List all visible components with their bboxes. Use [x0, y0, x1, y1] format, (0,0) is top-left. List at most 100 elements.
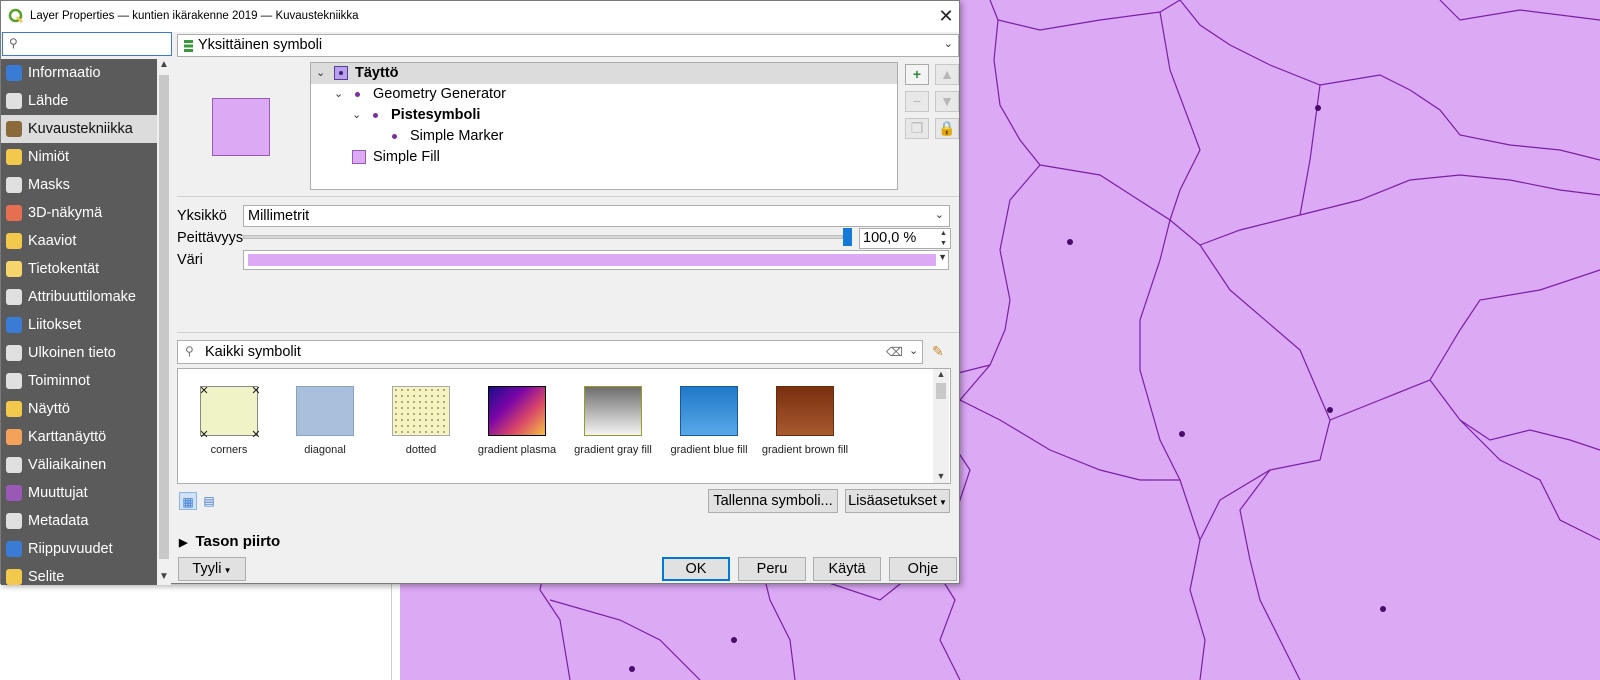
sidebar-scrollbar[interactable]: ▲ ▼: [157, 59, 171, 585]
tree-item-simple-marker[interactable]: Simple Marker: [311, 126, 897, 147]
sidebar-item-label: 3D-näkymä: [28, 205, 103, 221]
sidebar-item-metadata[interactable]: Metadata: [1, 507, 157, 535]
scroll-thumb[interactable]: [936, 383, 946, 399]
close-button[interactable]: ✕: [936, 5, 956, 27]
chevron-down-icon: ⌄: [934, 209, 944, 221]
tree-item-simple-fill[interactable]: Simple Fill: [311, 147, 897, 168]
sidebar-item-nimiöt[interactable]: Nimiöt: [1, 143, 157, 171]
sidebar-item-väliaikainen[interactable]: Väliaikainen: [1, 451, 157, 479]
symbol-name: gradient brown fill: [761, 444, 849, 456]
metadata-icon: [6, 513, 22, 529]
opacity-spinbox[interactable]: 100,0 % ▲ ▼: [859, 228, 951, 249]
scroll-down-arrow-icon[interactable]: ▼: [933, 471, 949, 481]
color-button[interactable]: ▼: [243, 250, 949, 270]
symbol-library-search[interactable]: ⚲ Kaikki symbolit ⌫ ⌄: [177, 340, 923, 364]
sidebar-item-kuvaustekniikka[interactable]: Kuvaustekniikka: [1, 115, 157, 143]
move-up-button[interactable]: ▲: [935, 64, 959, 85]
renderer-select[interactable]: Yksittäinen symboli ⌄: [177, 34, 959, 57]
unit-select[interactable]: Millimetrit ⌄: [243, 205, 950, 227]
chevron-down-icon[interactable]: ⌄: [334, 84, 343, 105]
sidebar-item-karttanäyttö[interactable]: Karttanäyttö: [1, 423, 157, 451]
sidebar-item-selite[interactable]: Selite: [1, 563, 157, 585]
sidebar-item-näyttö[interactable]: Näyttö: [1, 395, 157, 423]
sidebar-item-label: Väliaikainen: [28, 457, 107, 473]
symbol-item-gradient-brown-fill[interactable]: gradient brown fill: [757, 369, 853, 483]
clear-icon[interactable]: ⌫: [886, 345, 903, 359]
sidebar-item-attribuuttilomake[interactable]: Attribuuttilomake: [1, 283, 157, 311]
layer-rendering-section[interactable]: ▶ Tason piirto: [179, 533, 280, 550]
fill-symbol-icon: [334, 66, 348, 80]
help-button[interactable]: Ohje: [889, 557, 957, 581]
info-icon: [6, 65, 22, 81]
scroll-down-arrow-icon[interactable]: ▼: [157, 571, 171, 582]
unit-label: Yksikkö: [177, 208, 227, 224]
spin-down-icon[interactable]: ▼: [938, 239, 949, 248]
tree-item-marker-symbol[interactable]: ⌄ Pistesymboli: [311, 105, 897, 126]
save-symbol-button[interactable]: Tallenna symboli...: [708, 489, 838, 513]
search-icon: ⚲: [185, 344, 194, 358]
advanced-label: Lisäasetukset: [848, 493, 937, 509]
chevron-down-icon[interactable]: ⌄: [909, 344, 918, 357]
sidebar-item-3d-näkymä[interactable]: 3D-näkymä: [1, 199, 157, 227]
sidebar-item-riippuvuudet[interactable]: Riippuvuudet: [1, 535, 157, 563]
cancel-button[interactable]: Peru: [738, 557, 806, 581]
icon-view-button[interactable]: ▦: [179, 492, 197, 510]
symbol-item-gradient-blue-fill[interactable]: gradient blue fill: [661, 369, 757, 483]
symbol-item-diagonal[interactable]: diagonal: [277, 369, 373, 483]
sidebar-search[interactable]: ⚲: [2, 32, 172, 56]
symbol-item-gradient-gray-fill[interactable]: gradient gray fill: [565, 369, 661, 483]
scroll-up-arrow-icon[interactable]: ▲: [933, 369, 949, 379]
remove-symbol-layer-button[interactable]: −: [905, 91, 929, 112]
duplicate-layer-button[interactable]: ❐: [905, 118, 929, 139]
symbol-layer-tree: ⌄ Täyttö ⌄ Geometry Generator ⌄ Pistesym…: [310, 62, 898, 190]
gear-icon: [6, 373, 22, 389]
library-scrollbar[interactable]: ▲ ▼: [933, 369, 949, 483]
layer-properties-dialog: Layer Properties — kuntien ikärakenne 20…: [0, 0, 960, 585]
style-button[interactable]: Tyyli ▼: [178, 557, 246, 581]
chevron-down-icon[interactable]: ⌄: [316, 63, 325, 84]
scroll-up-arrow-icon[interactable]: ▲: [157, 59, 171, 70]
sidebar-item-muuttujat[interactable]: Muuttujat: [1, 479, 157, 507]
move-down-button[interactable]: ▼: [935, 91, 959, 112]
sidebar-item-ulkoinen-tieto[interactable]: Ulkoinen tieto: [1, 339, 157, 367]
dropdown-arrow-icon[interactable]: ▼: [938, 252, 947, 262]
renderer-value: Yksittäinen symboli: [198, 37, 323, 53]
expand-arrow-icon[interactable]: ▶: [179, 537, 187, 549]
marker-dot-icon: [392, 134, 397, 139]
list-view-button[interactable]: ▤: [200, 492, 218, 510]
add-symbol-layer-button[interactable]: +: [905, 64, 929, 85]
symbol-item-gradient-plasma[interactable]: gradient plasma: [469, 369, 565, 483]
fields-icon: [6, 261, 22, 277]
symbol-item-dotted[interactable]: dotted: [373, 369, 469, 483]
sidebar-item-label: Näyttö: [28, 401, 70, 417]
sidebar-item-kaaviot[interactable]: Kaaviot: [1, 227, 157, 255]
tree-item-geometry-generator[interactable]: ⌄ Geometry Generator: [311, 84, 897, 105]
diagram-icon: [6, 233, 22, 249]
tree-item-label: Simple Marker: [410, 128, 504, 144]
apply-button[interactable]: Käytä: [813, 557, 881, 581]
sidebar-item-liitokset[interactable]: Liitokset: [1, 311, 157, 339]
symbol-name: diagonal: [304, 444, 346, 456]
tree-item-fill[interactable]: ⌄ Täyttö: [311, 63, 897, 84]
tree-item-label: Täyttö: [355, 65, 399, 81]
sidebar-search-input[interactable]: [23, 35, 167, 53]
sidebar-item-tietokentät[interactable]: Tietokentät: [1, 255, 157, 283]
sidebar-item-lähde[interactable]: Lähde: [1, 87, 157, 115]
symbol-thumbnail: [392, 386, 450, 436]
divider: [177, 196, 959, 197]
advanced-button[interactable]: Lisäasetukset ▼: [845, 489, 950, 513]
opacity-slider[interactable]: [243, 235, 843, 239]
marker-dot-icon: [355, 92, 360, 97]
spin-up-icon[interactable]: ▲: [938, 229, 949, 238]
scroll-thumb[interactable]: [159, 75, 169, 559]
opacity-slider-handle[interactable]: [843, 228, 852, 246]
ok-button[interactable]: OK: [662, 557, 730, 581]
sidebar-item-masks[interactable]: Masks: [1, 171, 157, 199]
symbol-item-corners[interactable]: corners: [181, 369, 277, 483]
chevron-down-icon[interactable]: ⌄: [352, 105, 361, 126]
sidebar-item-informaatio[interactable]: Informaatio: [1, 59, 157, 87]
masks-icon: [6, 177, 22, 193]
style-manager-icon[interactable]: ✎: [932, 343, 950, 361]
lock-layer-button[interactable]: 🔒: [935, 118, 959, 139]
sidebar-item-toiminnot[interactable]: Toiminnot: [1, 367, 157, 395]
